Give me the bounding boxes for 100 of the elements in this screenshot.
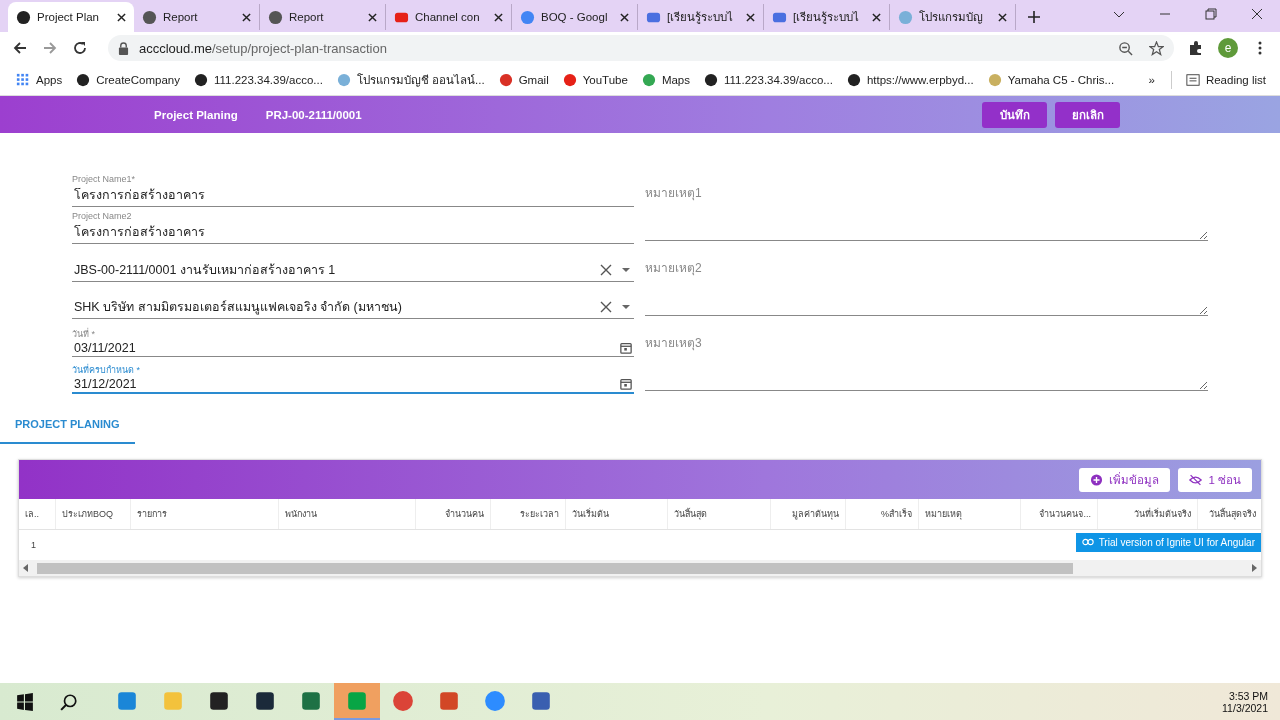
column-header[interactable]: ระยะเวลา bbox=[491, 499, 566, 529]
section-tab[interactable]: PROJECT PLANING bbox=[0, 414, 135, 444]
more-bookmarks[interactable]: » bbox=[1148, 73, 1155, 86]
windows-start-icon[interactable] bbox=[16, 692, 34, 711]
browser-tab[interactable]: Report bbox=[134, 4, 260, 30]
eye-off-icon bbox=[1189, 473, 1203, 486]
add-button[interactable]: เพิ่มข้อมูล bbox=[1079, 467, 1171, 492]
address-field[interactable]: acccloud.me/setup/project-plan-transaction bbox=[108, 35, 1174, 61]
bookmark-link[interactable]: โปรแกรมบัญชี ออนไลน์... bbox=[356, 70, 485, 89]
column-header[interactable]: จำนวนคน bbox=[416, 499, 491, 529]
column-header[interactable]: ประเภทBOQ bbox=[56, 499, 131, 529]
browser-tab[interactable]: BOQ - Googl bbox=[512, 4, 638, 30]
app-icon bbox=[162, 689, 184, 712]
link-icon bbox=[1081, 538, 1094, 546]
star-icon[interactable] bbox=[1149, 40, 1164, 56]
bookmark-link[interactable]: YouTube bbox=[582, 73, 628, 86]
app-icon bbox=[116, 689, 138, 712]
column-header[interactable]: วันเริ่มต้น bbox=[566, 499, 668, 529]
bookmark-link[interactable]: https://www.erpbyd... bbox=[866, 73, 974, 86]
browser-tab[interactable]: โปรแกรมบัญ bbox=[890, 4, 1016, 30]
favicon-icon bbox=[520, 9, 535, 25]
hide-columns-button[interactable]: 1 ซ่อน bbox=[1178, 467, 1252, 492]
app-icon bbox=[438, 689, 460, 712]
bookmark-link[interactable]: CreateCompany bbox=[96, 73, 180, 86]
bookmark-icon bbox=[704, 72, 718, 87]
scroll-right-icon[interactable] bbox=[1251, 564, 1257, 572]
browser-tab[interactable]: Project Plan bbox=[8, 2, 134, 32]
favicon-icon bbox=[142, 9, 157, 25]
forward-icon[interactable] bbox=[42, 40, 58, 56]
close-icon[interactable] bbox=[998, 12, 1007, 22]
input-field[interactable]: Project Name2 โครงการก่อสร้างอาคาร bbox=[72, 206, 634, 244]
input-field[interactable]: Project Name1* โครงการก่อสร้างอาคาร bbox=[72, 169, 634, 207]
close-icon[interactable] bbox=[746, 12, 755, 22]
restore-icon[interactable] bbox=[1205, 8, 1217, 20]
input-field[interactable]: JBS-00-2111/0001 งานรับเหมาก่อสร้างอาคาร 1 bbox=[72, 244, 634, 282]
column-header[interactable]: วันสิ้นสุดจริง bbox=[1198, 499, 1261, 529]
column-header[interactable]: จำนวนคนจ... bbox=[1021, 499, 1098, 529]
column-header[interactable]: เล.. bbox=[19, 499, 56, 529]
close-icon[interactable] bbox=[872, 12, 881, 22]
bookmark-icon bbox=[16, 72, 30, 87]
browser-tab[interactable]: [เรียนรู้ระบบไ bbox=[638, 4, 764, 30]
back-icon[interactable] bbox=[12, 40, 28, 56]
bookmark-link[interactable]: 111.223.34.39/acco... bbox=[213, 73, 323, 86]
close-icon[interactable] bbox=[620, 12, 629, 22]
zoom-out-icon[interactable] bbox=[1118, 40, 1133, 56]
favicon-icon bbox=[16, 9, 31, 25]
app-icon bbox=[254, 689, 276, 712]
column-header[interactable]: วันสิ้นสุด bbox=[668, 499, 771, 529]
list-icon[interactable] bbox=[1185, 72, 1200, 87]
clock-date: 11/3/2021 bbox=[1222, 701, 1268, 714]
favicon-icon bbox=[898, 9, 913, 25]
column-header[interactable]: วันที่เริ่มต้นจริง bbox=[1098, 499, 1198, 529]
bookmark-link[interactable]: Yamaha C5 - Chris... bbox=[1007, 73, 1115, 86]
table-cell-text: 1 bbox=[30, 540, 37, 550]
bookmark-link[interactable]: Apps bbox=[36, 73, 63, 86]
app-icon bbox=[208, 689, 230, 712]
bookmark-icon bbox=[846, 72, 861, 87]
column-header[interactable]: พนักงาน bbox=[279, 499, 416, 529]
favicon-icon bbox=[268, 9, 283, 25]
add-circle-icon bbox=[1090, 473, 1104, 486]
close-icon[interactable] bbox=[494, 12, 503, 22]
close-icon[interactable] bbox=[242, 12, 251, 22]
app-icon bbox=[300, 689, 322, 712]
column-header[interactable]: หมายเหตุ bbox=[919, 499, 1021, 529]
page-title: Project Planing bbox=[154, 108, 238, 121]
search-icon[interactable] bbox=[60, 692, 78, 711]
browser-tab[interactable]: Report bbox=[260, 4, 386, 30]
close-icon[interactable] bbox=[117, 12, 126, 22]
app-icon bbox=[392, 689, 414, 712]
reload-icon[interactable] bbox=[72, 40, 88, 56]
bookmark-link[interactable]: Gmail bbox=[518, 73, 549, 86]
app-icon bbox=[346, 689, 368, 712]
bookmark-link[interactable]: Maps bbox=[661, 73, 690, 86]
puzzle-icon[interactable] bbox=[1188, 40, 1204, 56]
clear-icon[interactable] bbox=[600, 301, 612, 313]
calendar-icon[interactable] bbox=[620, 341, 632, 354]
new-tab-icon[interactable] bbox=[1028, 11, 1040, 23]
bookmark-link[interactable]: 111.223.34.39/acco... bbox=[724, 73, 833, 86]
save-button[interactable]: บันทึก bbox=[982, 101, 1047, 128]
bookmark-icon bbox=[336, 72, 351, 87]
scroll-left-icon[interactable] bbox=[23, 564, 29, 572]
cancel-button[interactable]: ยกเลิก bbox=[1055, 101, 1120, 128]
horizontal-scrollbar[interactable] bbox=[19, 560, 1261, 576]
browser-tab[interactable]: Channel con bbox=[386, 4, 512, 30]
input-field[interactable]: วันที่ * 03/11/2021 bbox=[72, 319, 634, 357]
clear-icon[interactable] bbox=[600, 263, 612, 276]
bookmark-icon bbox=[987, 72, 1002, 87]
bookmark-icon bbox=[193, 72, 208, 87]
bookmark-icon bbox=[641, 72, 656, 87]
close-icon[interactable] bbox=[368, 12, 377, 22]
close-icon[interactable] bbox=[1251, 8, 1263, 20]
input-field[interactable]: วันที่ครบกำหนด * 31/12/2021 bbox=[72, 356, 634, 394]
column-header[interactable]: %สำเร็จ bbox=[846, 499, 919, 529]
reading-list[interactable]: Reading list bbox=[1205, 73, 1266, 86]
browser-tab[interactable]: [เรียนรู้ระบบไ bbox=[764, 4, 890, 30]
column-header[interactable]: รายการ bbox=[131, 499, 279, 529]
calendar-icon[interactable] bbox=[620, 378, 632, 390]
input-field[interactable]: SHK บริษัท สามมิตรมอเตอร์สแมนูแฟคเจอริง จำกัด (มหาชน) bbox=[72, 281, 634, 319]
column-header[interactable]: มูลค่าต้นทุน bbox=[771, 499, 846, 529]
app-icon bbox=[484, 689, 506, 712]
